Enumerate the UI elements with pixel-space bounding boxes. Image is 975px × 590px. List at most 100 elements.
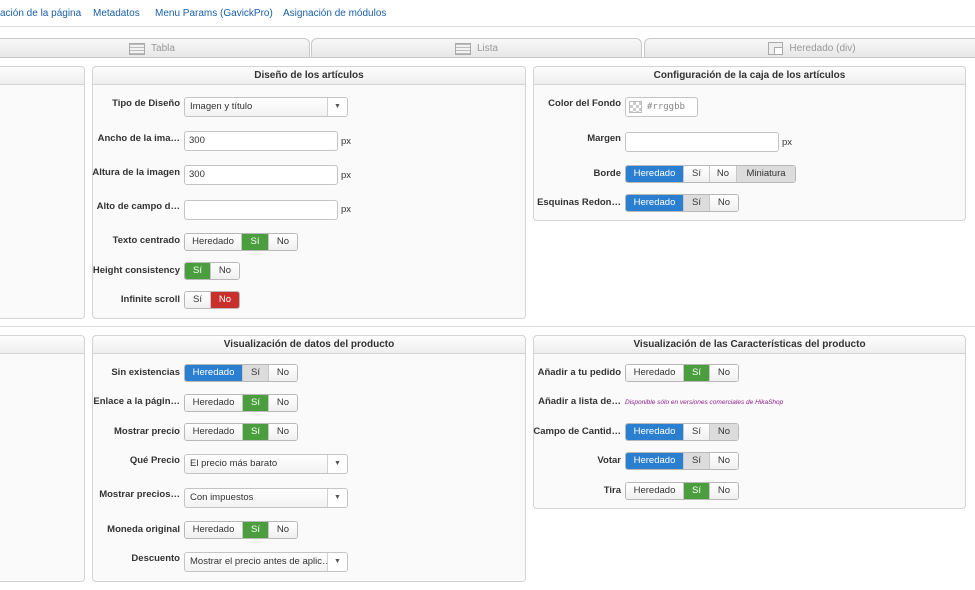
show-price-no[interactable]: No bbox=[269, 424, 297, 440]
strip-label: Tira bbox=[603, 485, 621, 496]
height-consistency-toggle: Sí No bbox=[184, 262, 240, 280]
center-text-inherited[interactable]: Heredado bbox=[185, 234, 242, 250]
center-text-yes[interactable]: Sí bbox=[242, 234, 269, 250]
tab-divider bbox=[0, 57, 975, 58]
original-currency-yes[interactable]: Sí bbox=[243, 522, 269, 538]
quantity-field-no[interactable]: No bbox=[710, 424, 738, 440]
vote-yes[interactable]: Sí bbox=[684, 453, 710, 469]
rounded-corners-toggle: Heredado Sí No bbox=[625, 194, 739, 212]
height-consistency-no[interactable]: No bbox=[211, 263, 239, 279]
show-price-yes[interactable]: Sí bbox=[243, 424, 269, 440]
rounded-yes[interactable]: Sí bbox=[684, 195, 710, 211]
border-no[interactable]: No bbox=[710, 166, 737, 182]
left-panel-top-header bbox=[0, 67, 84, 85]
margin-input[interactable] bbox=[625, 132, 779, 152]
infinite-scroll-no[interactable]: No bbox=[211, 292, 239, 308]
caret-down-icon: ▼ bbox=[327, 553, 347, 571]
quantity-field-yes[interactable]: Sí bbox=[684, 424, 710, 440]
out-of-stock-inherited[interactable]: Heredado bbox=[185, 365, 243, 381]
layout-type-label: Tipo de Diseño bbox=[112, 98, 180, 109]
image-height-label: Altura de la imagen bbox=[92, 167, 180, 178]
tab-inherited-div[interactable]: Heredado (div) bbox=[644, 38, 975, 58]
center-text-label: Texto centrado bbox=[112, 235, 180, 246]
page-link-yes[interactable]: Sí bbox=[243, 395, 269, 411]
out-of-stock-no[interactable]: No bbox=[269, 365, 297, 381]
discount-select[interactable]: Mostrar el precio antes de aplic… ▼ bbox=[184, 552, 348, 572]
vote-inherited[interactable]: Heredado bbox=[626, 453, 684, 469]
page-link-label: Enlace a la págin… bbox=[93, 396, 180, 407]
layout-type-select[interactable]: Imagen y título ▼ bbox=[184, 97, 348, 117]
original-currency-inherited[interactable]: Heredado bbox=[185, 522, 243, 538]
add-to-list-label: Añadir a lista de… bbox=[538, 396, 621, 407]
infinite-scroll-label: Infinite scroll bbox=[120, 294, 180, 305]
rounded-no[interactable]: No bbox=[710, 195, 738, 211]
which-price-value: El precio más barato bbox=[190, 458, 278, 469]
left-panel-top bbox=[0, 66, 85, 319]
commercial-only-note: Disponible sólo en versiones comerciales… bbox=[625, 399, 784, 406]
image-width-unit: px bbox=[341, 136, 352, 147]
field-height-input[interactable] bbox=[184, 200, 338, 220]
border-inherited[interactable]: Heredado bbox=[626, 166, 684, 182]
add-to-cart-no[interactable]: No bbox=[710, 365, 738, 381]
page-link-inherited[interactable]: Heredado bbox=[185, 395, 243, 411]
border-thumbnail[interactable]: Miniatura bbox=[737, 166, 795, 182]
nav-link-module-assignment[interactable]: Asignación de módulos bbox=[283, 8, 386, 19]
product-features-panel: Visualización de las Características del… bbox=[533, 335, 966, 509]
height-consistency-yes[interactable]: Sí bbox=[185, 263, 211, 279]
strip-no[interactable]: No bbox=[710, 483, 738, 499]
nav-link-metadata[interactable]: Metadatos bbox=[93, 8, 140, 19]
add-to-cart-toggle: Heredado Sí No bbox=[625, 364, 739, 382]
show-prices-tax-value: Con impuestos bbox=[190, 492, 254, 503]
add-to-cart-yes[interactable]: Sí bbox=[684, 365, 710, 381]
color-swatch-icon bbox=[629, 101, 642, 113]
height-consistency-label: Height consistency bbox=[92, 265, 180, 276]
bg-color-placeholder: #rrggbb bbox=[647, 102, 685, 112]
discount-label: Descuento bbox=[131, 553, 180, 564]
tab-inherited-label: Heredado (div) bbox=[789, 43, 856, 54]
center-text-no[interactable]: No bbox=[269, 234, 297, 250]
out-of-stock-yes[interactable]: Sí bbox=[243, 365, 269, 381]
original-currency-label: Moneda original bbox=[107, 524, 180, 535]
rounded-inherited[interactable]: Heredado bbox=[626, 195, 684, 211]
bg-color-input[interactable]: #rrggbb bbox=[625, 97, 698, 117]
which-price-select[interactable]: El precio más barato ▼ bbox=[184, 454, 348, 474]
product-data-panel: Visualización de datos del producto Sin … bbox=[92, 335, 526, 582]
bg-color-label: Color del Fondo bbox=[548, 98, 621, 109]
caret-down-icon: ▼ bbox=[327, 455, 347, 473]
image-height-input[interactable]: 300 bbox=[184, 165, 338, 185]
strip-yes[interactable]: Sí bbox=[684, 483, 710, 499]
add-to-cart-inherited[interactable]: Heredado bbox=[626, 365, 684, 381]
original-currency-no[interactable]: No bbox=[269, 522, 297, 538]
image-width-input[interactable]: 300 bbox=[184, 131, 338, 151]
layout-type-value: Imagen y título bbox=[190, 101, 253, 112]
infinite-scroll-toggle: Sí No bbox=[184, 291, 240, 309]
list-icon bbox=[454, 42, 471, 55]
table-icon bbox=[129, 42, 146, 55]
product-features-title: Visualización de las Características del… bbox=[534, 336, 965, 354]
left-panel-bottom bbox=[0, 335, 85, 582]
border-yes[interactable]: Sí bbox=[684, 166, 710, 182]
out-of-stock-toggle: Heredado Sí No bbox=[184, 364, 298, 382]
border-toggle: Heredado Sí No Miniatura bbox=[625, 165, 796, 183]
show-prices-tax-select[interactable]: Con impuestos ▼ bbox=[184, 488, 348, 508]
show-prices-tax-label: Mostrar precios… bbox=[99, 489, 180, 500]
nav-link-menu-params[interactable]: Menu Params (GavickPro) bbox=[155, 8, 273, 19]
article-layout-panel: Diseño de los artículos Tipo de Diseño I… bbox=[92, 66, 526, 319]
infinite-scroll-yes[interactable]: Sí bbox=[185, 292, 211, 308]
quantity-field-label: Campo de Cantid… bbox=[533, 426, 621, 437]
quantity-field-inherited[interactable]: Heredado bbox=[626, 424, 684, 440]
show-price-inherited[interactable]: Heredado bbox=[185, 424, 243, 440]
vote-no[interactable]: No bbox=[710, 453, 738, 469]
tab-list[interactable]: Lista bbox=[311, 38, 642, 58]
page-link-toggle: Heredado Sí No bbox=[184, 394, 298, 412]
margin-unit: px bbox=[782, 137, 793, 148]
quantity-field-toggle: Heredado Sí No bbox=[625, 423, 739, 441]
add-to-cart-label: Añadir a tu pedido bbox=[537, 367, 621, 378]
top-navigation: ación de la página Metadatos Menu Params… bbox=[0, 0, 975, 27]
tab-table[interactable]: Tabla bbox=[0, 38, 310, 58]
strip-inherited[interactable]: Heredado bbox=[626, 483, 684, 499]
nav-link-page-display[interactable]: ación de la página bbox=[0, 8, 81, 19]
div-layout-icon bbox=[768, 42, 784, 55]
page-link-no[interactable]: No bbox=[269, 395, 297, 411]
border-label: Borde bbox=[593, 168, 621, 179]
